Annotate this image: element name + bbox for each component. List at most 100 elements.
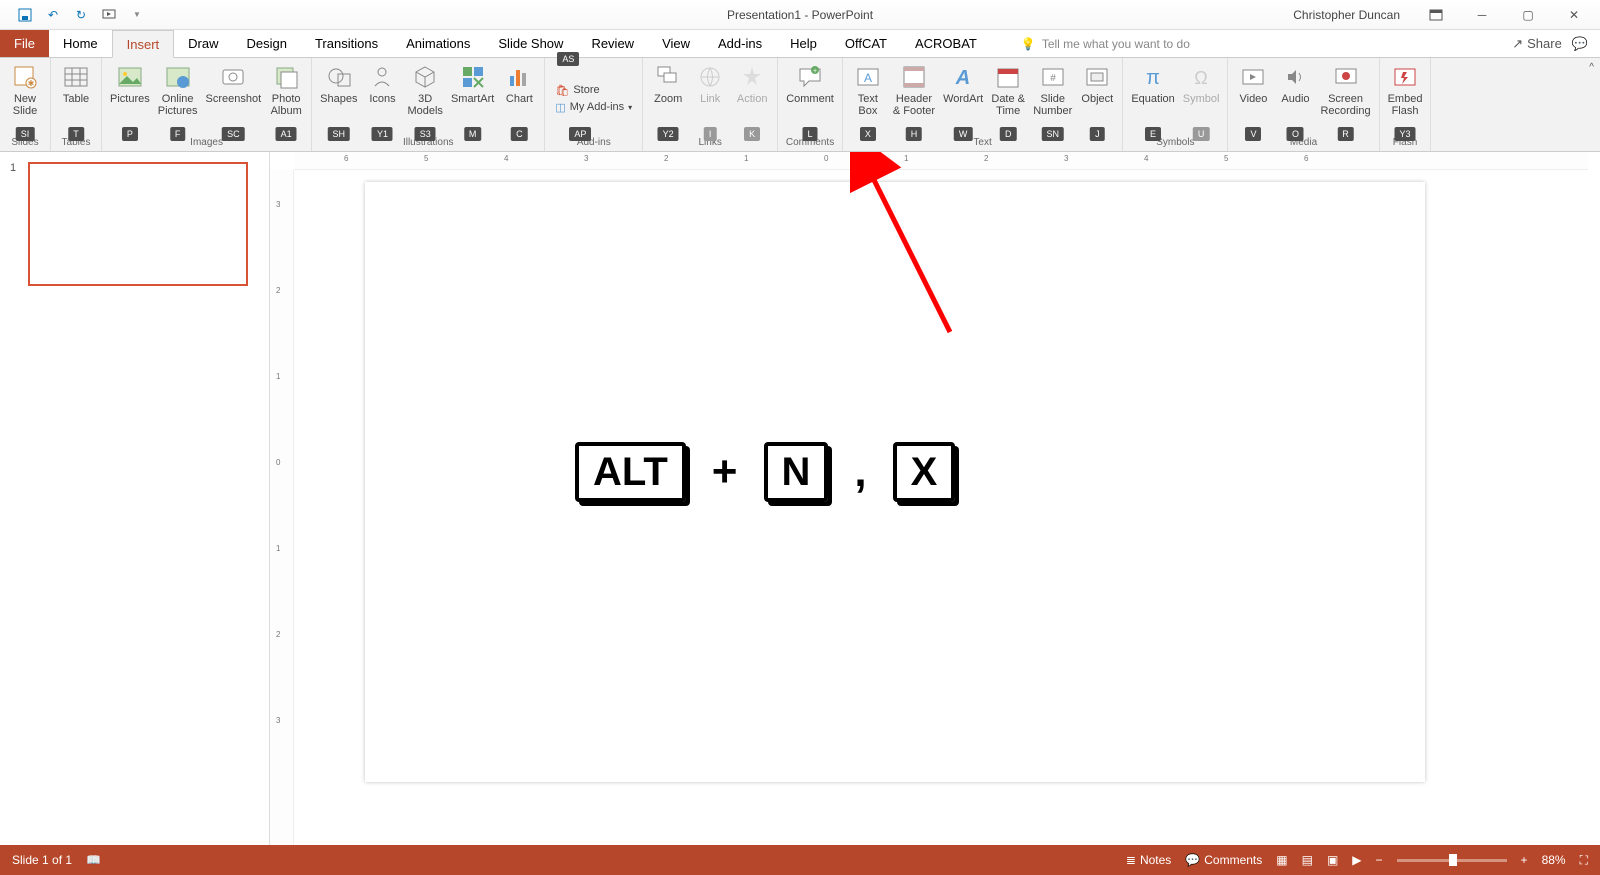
video-button[interactable]: Video V xyxy=(1232,60,1274,137)
notes-button[interactable]: ≣Notes xyxy=(1126,853,1171,867)
slide-number-button[interactable]: # Slide Number SN xyxy=(1029,60,1076,137)
store-button[interactable]: 🛍Store xyxy=(555,84,632,97)
tab-help[interactable]: Help xyxy=(776,30,831,57)
new-slide-button[interactable]: ✱ New Slide SI xyxy=(4,60,46,137)
link-icon xyxy=(695,62,725,92)
wordart-icon: A xyxy=(948,62,978,92)
online-pictures-button[interactable]: Online Pictures F xyxy=(154,60,202,137)
pictures-button[interactable]: Pictures P xyxy=(106,60,154,137)
key-n: N xyxy=(764,442,829,502)
text-box-button[interactable]: A Text Box X xyxy=(847,60,889,137)
zoom-percent[interactable]: 88% xyxy=(1542,853,1566,867)
tab-addins[interactable]: Add-ins xyxy=(704,30,776,57)
zoom-in-button[interactable]: + xyxy=(1521,853,1528,867)
tab-animations[interactable]: Animations xyxy=(392,30,484,57)
tab-home[interactable]: Home xyxy=(49,30,112,57)
slide-counter[interactable]: Slide 1 of 1 xyxy=(12,853,72,867)
svg-text:π: π xyxy=(1146,67,1160,89)
svg-text:Ω: Ω xyxy=(1194,68,1207,88)
screen-recording-button[interactable]: Screen Recording R xyxy=(1316,60,1374,137)
share-button[interactable]: ↗Share xyxy=(1512,36,1562,52)
slide-editor[interactable]: 6543210123456 3210123 ALT + N , X xyxy=(270,152,1600,845)
store-icon: 🛍 xyxy=(555,84,569,97)
reading-view-icon[interactable]: ▣ xyxy=(1327,853,1338,867)
content-area: 1 6543210123456 3210123 ALT + N , X xyxy=(0,152,1600,845)
titlebar: ↶ ↻ ▼ Presentation1 - PowerPoint Christo… xyxy=(0,0,1600,30)
key-alt: ALT xyxy=(575,442,686,502)
embed-flash-button[interactable]: Embed Flash Y3 xyxy=(1384,60,1427,137)
maximize-icon[interactable]: ▢ xyxy=(1508,1,1548,29)
close-icon[interactable]: ✕ xyxy=(1554,1,1594,29)
spellcheck-icon[interactable]: 📖 xyxy=(86,853,101,867)
3d-models-button[interactable]: 3D Models S3 xyxy=(403,60,446,137)
icons-button[interactable]: Icons Y1 xyxy=(361,60,403,137)
my-addins-button[interactable]: ◫My Add-ins▾ xyxy=(555,101,632,114)
comments-button[interactable]: 💬Comments xyxy=(1185,853,1262,867)
photo-album-button[interactable]: Photo Album A1 xyxy=(265,60,307,137)
object-button[interactable]: Object J xyxy=(1076,60,1118,137)
minimize-icon[interactable]: ─ xyxy=(1462,1,1502,29)
smartart-icon xyxy=(458,62,488,92)
comma-sign: , xyxy=(854,447,866,497)
svg-text:A: A xyxy=(955,67,970,89)
zoom-out-button[interactable]: − xyxy=(1376,853,1383,867)
zoom-button[interactable]: Zoom Y2 xyxy=(647,60,689,137)
quick-access-toolbar: ↶ ↻ ▼ xyxy=(0,8,144,22)
audio-button[interactable]: Audio O xyxy=(1274,60,1316,137)
tab-transitions[interactable]: Transitions xyxy=(301,30,392,57)
key-x: X xyxy=(893,442,956,502)
shapes-button[interactable]: Shapes SH xyxy=(316,60,361,137)
horizontal-ruler[interactable]: 6543210123456 xyxy=(294,152,1588,170)
action-icon xyxy=(737,62,767,92)
chart-button[interactable]: Chart C xyxy=(498,60,540,137)
comments-pane-icon[interactable]: 💬 xyxy=(1572,36,1588,52)
date-time-button[interactable]: Date & Time D xyxy=(987,60,1029,137)
slide-thumbnail-1[interactable] xyxy=(28,162,248,286)
start-show-icon[interactable] xyxy=(102,8,116,22)
zoom-icon xyxy=(653,62,683,92)
comment-icon: + xyxy=(795,62,825,92)
tab-acrobat[interactable]: ACROBAT xyxy=(901,30,991,57)
sorter-view-icon[interactable]: ▤ xyxy=(1302,853,1313,867)
svg-text:A: A xyxy=(864,71,872,85)
header-footer-button[interactable]: Header & Footer H xyxy=(889,60,939,137)
3d-models-icon xyxy=(410,62,440,92)
redo-icon[interactable]: ↻ xyxy=(74,8,88,22)
tab-design[interactable]: Design xyxy=(233,30,301,57)
screenshot-button[interactable]: Screenshot SC xyxy=(202,60,266,137)
tab-insert[interactable]: Insert xyxy=(112,30,175,58)
action-button[interactable]: Action K xyxy=(731,60,773,137)
icons-icon xyxy=(367,62,397,92)
svg-text:#: # xyxy=(1050,73,1056,84)
save-icon[interactable] xyxy=(18,8,32,22)
user-name[interactable]: Christopher Duncan xyxy=(1293,8,1400,22)
undo-icon[interactable]: ↶ xyxy=(46,8,60,22)
qat-more-icon[interactable]: ▼ xyxy=(130,8,144,22)
wordart-button[interactable]: A WordArt W xyxy=(939,60,987,137)
normal-view-icon[interactable]: ▦ xyxy=(1276,853,1287,867)
equation-icon: π xyxy=(1138,62,1168,92)
slideshow-view-icon[interactable]: ▶ xyxy=(1352,853,1361,867)
tab-review[interactable]: Review xyxy=(577,30,648,57)
table-button[interactable]: Table T xyxy=(55,60,97,137)
smartart-button[interactable]: SmartArt M xyxy=(447,60,498,137)
fit-to-window-icon[interactable]: ⛶ xyxy=(1580,853,1588,868)
comment-button[interactable]: + Comment L xyxy=(782,60,838,137)
tab-draw[interactable]: Draw xyxy=(174,30,232,57)
link-button[interactable]: Link I xyxy=(689,60,731,137)
tab-file[interactable]: File xyxy=(0,30,49,57)
vertical-ruler[interactable]: 3210123 xyxy=(270,170,294,845)
thumb-number: 1 xyxy=(10,162,22,286)
zoom-slider[interactable] xyxy=(1397,859,1507,862)
slide-thumbnails-pane[interactable]: 1 xyxy=(0,152,270,845)
tab-view[interactable]: View xyxy=(648,30,704,57)
symbol-button[interactable]: Ω Symbol U xyxy=(1179,60,1224,137)
tell-me-search[interactable]: 💡 Tell me what you want to do xyxy=(1021,30,1190,57)
equation-button[interactable]: π Equation E xyxy=(1127,60,1178,137)
tab-offcat[interactable]: OffCAT xyxy=(831,30,901,57)
collapse-ribbon-icon[interactable]: ^ xyxy=(1589,62,1594,73)
ribbon-display-icon[interactable] xyxy=(1416,1,1456,29)
slide-canvas[interactable]: ALT + N , X xyxy=(365,182,1425,782)
video-icon xyxy=(1238,62,1268,92)
symbol-icon: Ω xyxy=(1186,62,1216,92)
